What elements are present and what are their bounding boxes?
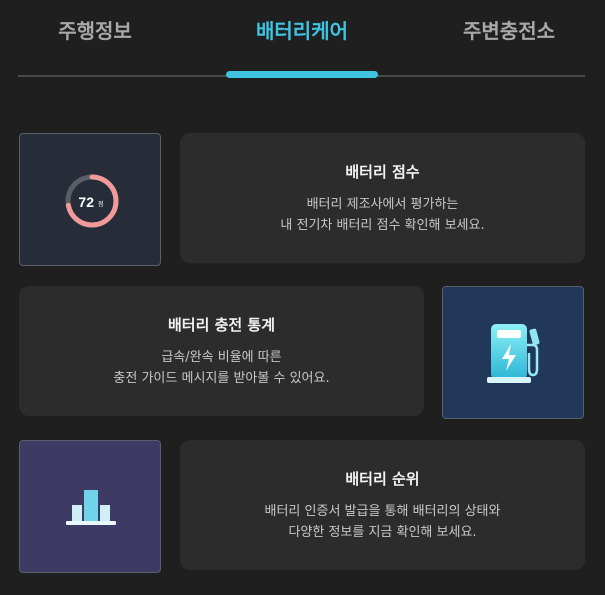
- battery-score-card[interactable]: 배터리 점수 배터리 제조사에서 평가하는 내 전기차 배터리 점수 확인해 보…: [180, 133, 585, 263]
- tab-driving-info[interactable]: 주행정보: [40, 16, 150, 46]
- charge-stats-card[interactable]: 배터리 충전 통계 급속/완속 비율에 따른 충전 가이드 메시지를 받아볼 수…: [19, 286, 424, 416]
- charge-stats-title: 배터리 충전 통계: [167, 316, 276, 334]
- battery-ranking-desc-line1: 배터리 인증서 발급을 통해 배터리의 상태와: [264, 504, 501, 519]
- battery-score-desc-line2: 내 전기차 배터리 점수 확인해 보세요.: [280, 218, 485, 233]
- battery-score-title: 배터리 점수: [345, 163, 420, 181]
- battery-ranking-title: 배터리 순위: [345, 470, 420, 488]
- score-unit: 점: [98, 201, 104, 208]
- podium-bar-chart-icon: [66, 490, 116, 525]
- charge-stats-desc-line2: 충전 가이드 메시지를 받아볼 수 있어요.: [113, 371, 330, 386]
- battery-score-gauge-icon: 72 점: [65, 174, 119, 228]
- charge-stats-tile[interactable]: [442, 286, 584, 419]
- charge-stats-desc-line1: 급속/완속 비율에 따른: [161, 350, 282, 365]
- battery-ranking-desc-line2: 다양한 정보를 지금 확인해 보세요.: [288, 525, 477, 540]
- score-value: 72: [78, 194, 94, 210]
- active-tab-indicator: [226, 71, 378, 78]
- charge-stats-description: 급속/완속 비율에 따른 충전 가이드 메시지를 받아볼 수 있어요.: [19, 347, 424, 389]
- battery-ranking-tile[interactable]: [19, 440, 161, 573]
- battery-ranking-description: 배터리 인증서 발급을 통해 배터리의 상태와 다양한 정보를 지금 확인해 보…: [180, 501, 585, 543]
- tab-battery-care[interactable]: 배터리케어: [240, 16, 364, 46]
- ev-charger-icon: [487, 324, 540, 383]
- tab-nearby-chargers[interactable]: 주변충전소: [450, 16, 568, 46]
- battery-score-description: 배터리 제조사에서 평가하는 내 전기차 배터리 점수 확인해 보세요.: [180, 194, 585, 236]
- battery-score-desc-line1: 배터리 제조사에서 평가하는: [306, 197, 459, 212]
- battery-ranking-card[interactable]: 배터리 순위 배터리 인증서 발급을 통해 배터리의 상태와 다양한 정보를 지…: [180, 440, 585, 570]
- battery-score-tile[interactable]: 72 점: [19, 133, 161, 266]
- tab-bar: 주행정보 배터리케어 주변충전소: [0, 0, 605, 78]
